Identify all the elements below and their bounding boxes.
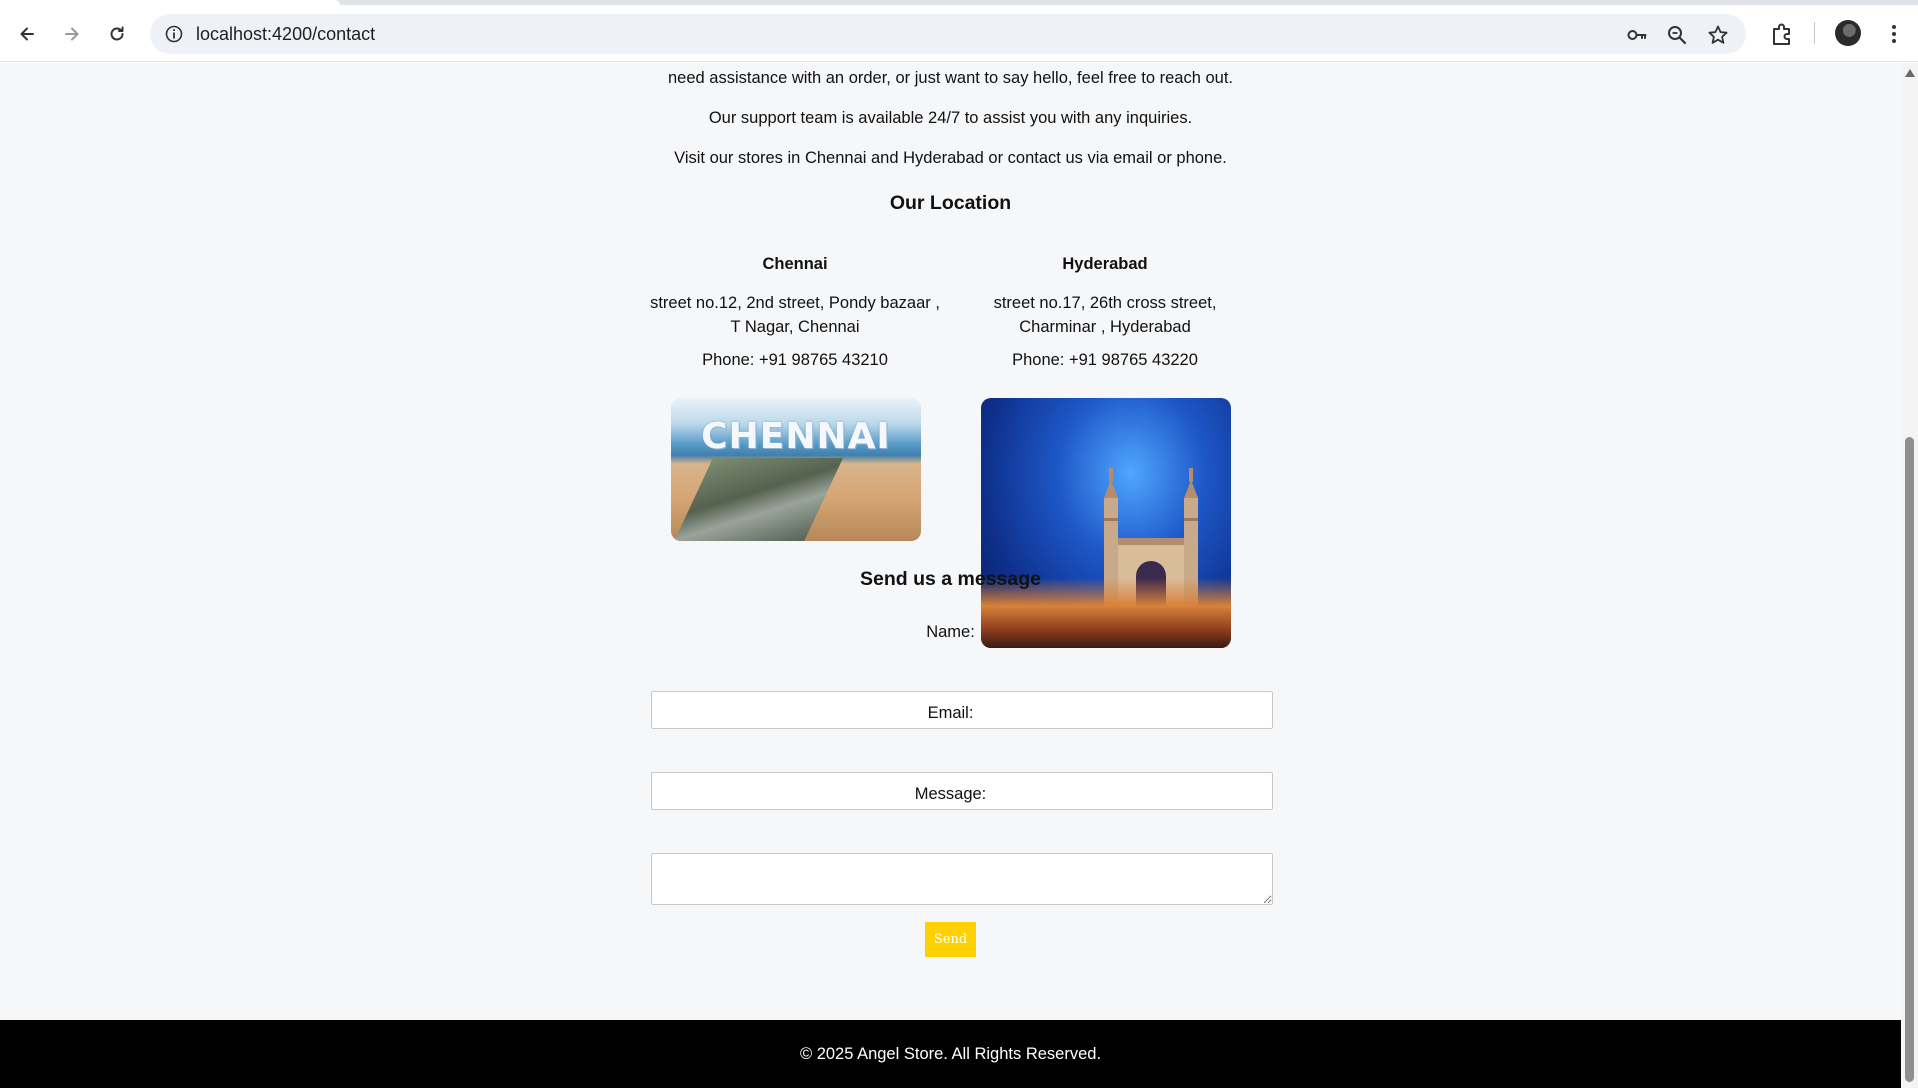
tab-strip	[0, 0, 1918, 5]
scrollbar-thumb[interactable]	[1905, 437, 1914, 1082]
scroll-up-arrow-icon[interactable]	[1905, 69, 1915, 77]
browser-toolbar: localhost:4200/contact	[0, 0, 1918, 62]
hyderabad-photo	[981, 398, 1231, 648]
send-button[interactable]: Send	[925, 922, 976, 957]
toolbar-divider	[1814, 22, 1815, 44]
location-city: Chennai	[762, 255, 828, 273]
forward-button[interactable]	[56, 18, 88, 50]
location-title: Our Location	[889, 192, 1012, 214]
message-label: Message:	[914, 785, 987, 803]
back-button[interactable]	[11, 18, 43, 50]
location-city: Hyderabad	[1062, 255, 1148, 273]
reload-icon	[110, 26, 124, 41]
footer-copyright: © 2025 Angel Store. All Rights Reserved.	[799, 1045, 1102, 1063]
zoom-icon[interactable]	[1666, 24, 1688, 46]
location-phone: Phone: +91 98765 43210	[702, 351, 888, 369]
intro-text-line-3: Visit our stores in Chennai and Hyderaba…	[674, 149, 1227, 167]
location-address: street no.12, 2nd street, Pondy bazaar ,…	[650, 294, 940, 336]
location-phone: Phone: +91 98765 43220	[1012, 351, 1198, 369]
active-tab[interactable]	[0, 0, 340, 5]
key-icon[interactable]	[1626, 24, 1648, 46]
email-label: Email:	[927, 704, 974, 722]
photo-road	[671, 458, 843, 541]
kebab-menu-icon[interactable]	[1881, 21, 1907, 47]
name-label: Name:	[926, 623, 975, 641]
url-text[interactable]: localhost:4200/contact	[196, 24, 375, 44]
chennai-photo-text: CHENNAI	[701, 416, 891, 457]
intro-text-line-2: Our support team is available 24/7 to as…	[708, 109, 1193, 127]
chennai-photo: CHENNAI	[671, 398, 921, 541]
form-title: Send us a message	[859, 568, 1041, 590]
avatar[interactable]	[1835, 20, 1861, 46]
puzzle-icon[interactable]	[1769, 21, 1795, 47]
address-bar[interactable]: localhost:4200/contact	[150, 14, 1746, 54]
site-info-icon[interactable]	[164, 24, 184, 44]
page-scrollbar[interactable]	[1901, 63, 1918, 1088]
page-viewport: need assistance with an order, or just w…	[0, 63, 1901, 1088]
reload-button[interactable]	[101, 18, 133, 50]
back-arrow-icon	[20, 27, 34, 41]
footer: © 2025 Angel Store. All Rights Reserved.	[0, 1020, 1901, 1088]
intro-text-line-1: need assistance with an order, or just w…	[668, 69, 1233, 87]
forward-arrow-icon	[65, 27, 79, 41]
message-textarea[interactable]	[651, 853, 1273, 905]
location-address: street no.17, 26th cross street, Charmin…	[993, 294, 1217, 336]
star-icon[interactable]	[1707, 24, 1729, 46]
